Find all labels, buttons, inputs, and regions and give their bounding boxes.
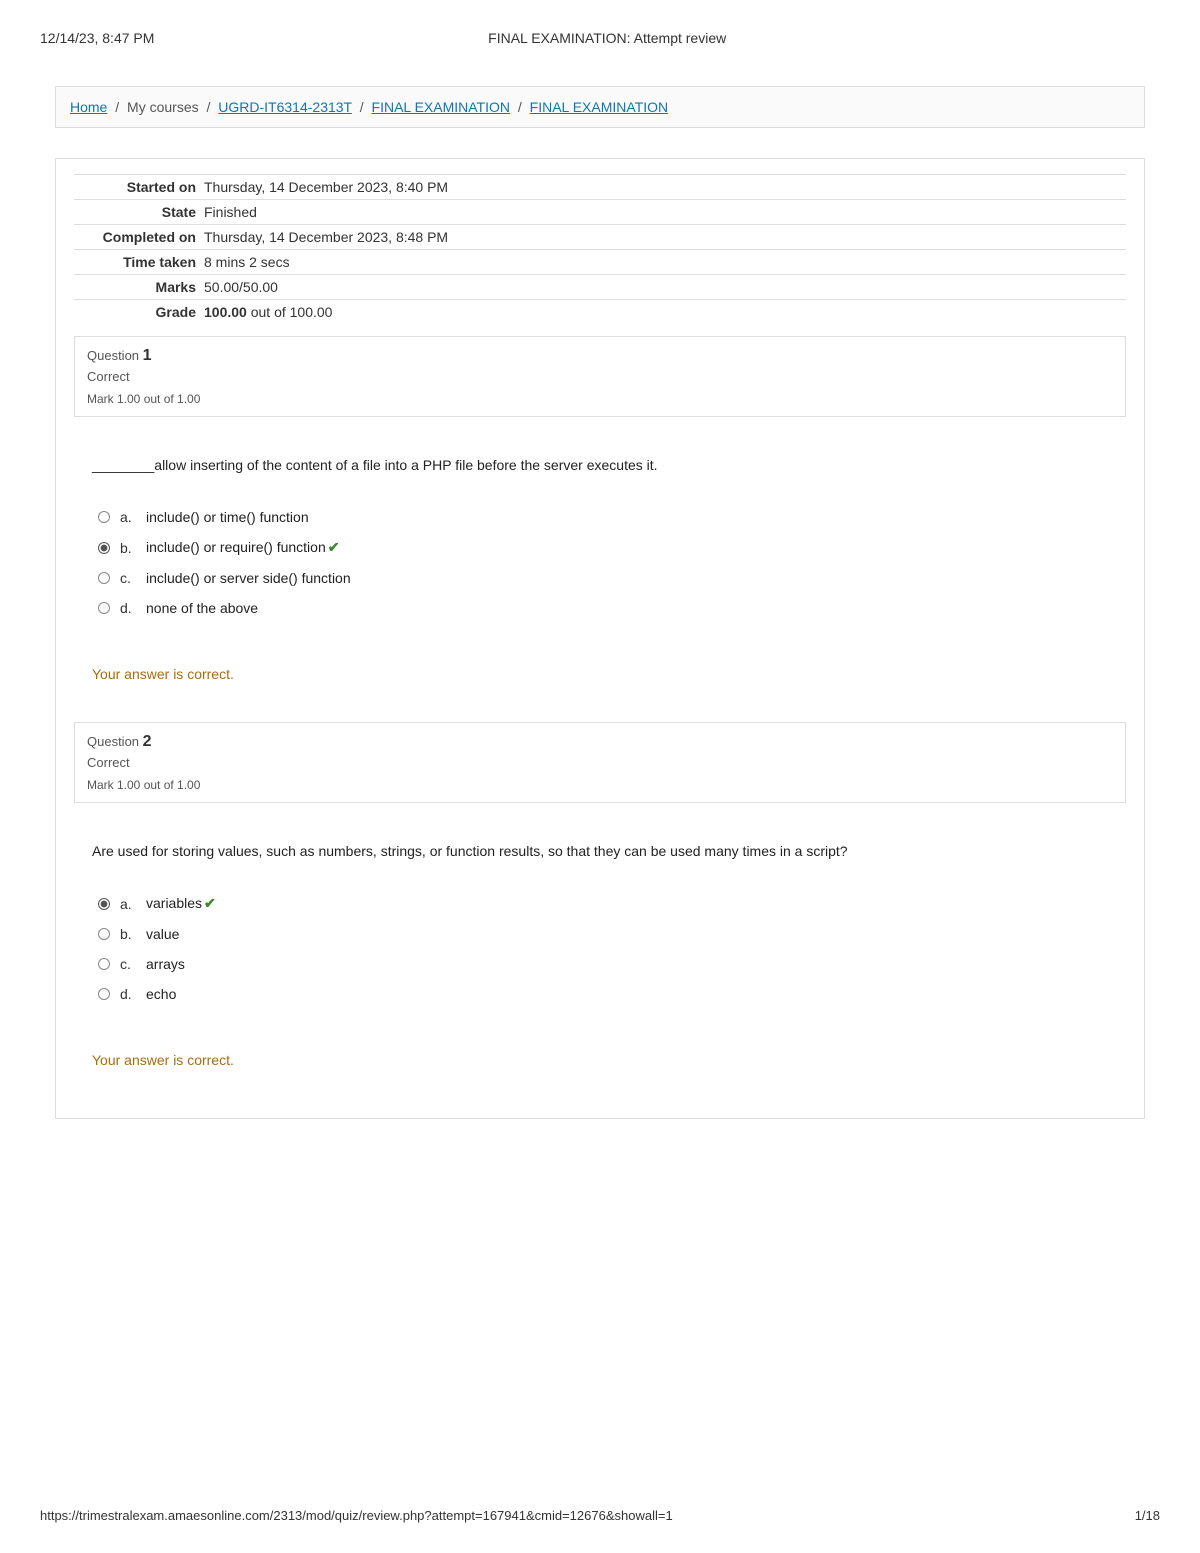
summary-label: State	[74, 200, 204, 225]
option: c. include() or server side() function	[98, 570, 1108, 586]
question-header: Question 1 Correct Mark 1.00 out of 1.00	[74, 336, 1126, 417]
breadcrumb-sep: /	[207, 99, 211, 115]
question-state: Correct	[87, 369, 1113, 384]
summary-label: Grade	[74, 300, 204, 325]
check-icon: ✔	[204, 895, 216, 911]
summary-value: 8 mins 2 secs	[204, 250, 1126, 275]
option: b. value	[98, 926, 1108, 942]
option-letter: c.	[120, 956, 136, 972]
question-mark: Mark 1.00 out of 1.00	[87, 778, 1113, 792]
summary-label: Time taken	[74, 250, 204, 275]
breadcrumb-home[interactable]: Home	[70, 99, 107, 115]
footer-url: https://trimestralexam.amaesonline.com/2…	[40, 1508, 673, 1523]
print-timestamp: 12/14/23, 8:47 PM	[40, 30, 154, 46]
check-icon: ✔	[328, 539, 340, 555]
option-letter: c.	[120, 570, 136, 586]
option: a. variables✔	[98, 895, 1108, 912]
option-text: value	[146, 926, 179, 942]
radio-icon[interactable]	[98, 958, 110, 970]
question-header: Question 2 Correct Mark 1.00 out of 1.00	[74, 722, 1126, 803]
question-text: ________allow inserting of the content o…	[92, 457, 1108, 473]
option-text: none of the above	[146, 600, 258, 616]
breadcrumb-sep: /	[115, 99, 119, 115]
option-text: echo	[146, 986, 176, 1002]
summary-value: Thursday, 14 December 2023, 8:48 PM	[204, 225, 1126, 250]
summary-value: Finished	[204, 200, 1126, 225]
breadcrumb-section[interactable]: FINAL EXAMINATION	[372, 99, 510, 115]
option-text: variables	[146, 895, 202, 911]
summary-row: Grade 100.00 out of 100.00	[74, 300, 1126, 325]
breadcrumb-course[interactable]: UGRD-IT6314-2313T	[218, 99, 352, 115]
summary-value: Thursday, 14 December 2023, 8:40 PM	[204, 175, 1126, 200]
question-number: 2	[143, 733, 152, 750]
option-letter: a.	[120, 896, 136, 912]
summary-row: Marks 50.00/50.00	[74, 275, 1126, 300]
radio-icon[interactable]	[98, 511, 110, 523]
question-content: Are used for storing values, such as num…	[74, 803, 1126, 1078]
summary-label: Completed on	[74, 225, 204, 250]
option-letter: d.	[120, 600, 136, 616]
question-content: ________allow inserting of the content o…	[74, 417, 1126, 692]
option-text: include() or server side() function	[146, 570, 351, 586]
summary-label: Marks	[74, 275, 204, 300]
question-mark: Mark 1.00 out of 1.00	[87, 392, 1113, 406]
grade-suffix: out of 100.00	[247, 304, 333, 320]
radio-icon[interactable]	[98, 898, 110, 910]
option-letter: b.	[120, 540, 136, 556]
main-panel: Started on Thursday, 14 December 2023, 8…	[55, 158, 1145, 1119]
summary-row: Time taken 8 mins 2 secs	[74, 250, 1126, 275]
summary-row: Started on Thursday, 14 December 2023, 8…	[74, 175, 1126, 200]
option: c. arrays	[98, 956, 1108, 972]
print-title: FINAL EXAMINATION: Attempt review	[488, 30, 726, 46]
radio-icon[interactable]	[98, 988, 110, 1000]
question-text: Are used for storing values, such as num…	[92, 843, 1108, 859]
radio-icon[interactable]	[98, 602, 110, 614]
radio-icon[interactable]	[98, 928, 110, 940]
option: d. echo	[98, 986, 1108, 1002]
option: b. include() or require() function✔	[98, 539, 1108, 556]
summary-value: 50.00/50.00	[204, 275, 1126, 300]
footer-page: 1/18	[1135, 1508, 1160, 1523]
breadcrumb-sep: /	[518, 99, 522, 115]
feedback-text: Your answer is correct.	[92, 666, 1108, 682]
option: a. include() or time() function	[98, 509, 1108, 525]
option-text: arrays	[146, 956, 185, 972]
option-text: include() or time() function	[146, 509, 309, 525]
question-number: 1	[143, 347, 152, 364]
breadcrumb: Home / My courses / UGRD-IT6314-2313T / …	[55, 86, 1145, 128]
radio-icon[interactable]	[98, 572, 110, 584]
option-text: include() or require() function	[146, 539, 326, 555]
grade-value: 100.00	[204, 304, 247, 320]
breadcrumb-sep: /	[360, 99, 364, 115]
option-letter: d.	[120, 986, 136, 1002]
option-letter: b.	[120, 926, 136, 942]
question-label: Question	[87, 734, 143, 749]
feedback-text: Your answer is correct.	[92, 1052, 1108, 1068]
breadcrumb-activity[interactable]: FINAL EXAMINATION	[530, 99, 668, 115]
summary-label: Started on	[74, 175, 204, 200]
question-state: Correct	[87, 755, 1113, 770]
options-list: a. include() or time() function b. inclu…	[98, 509, 1108, 616]
summary-row: State Finished	[74, 200, 1126, 225]
radio-icon[interactable]	[98, 542, 110, 554]
options-list: a. variables✔ b. value c. arrays d. echo	[98, 895, 1108, 1002]
option: d. none of the above	[98, 600, 1108, 616]
question-label: Question	[87, 348, 143, 363]
breadcrumb-mycourses: My courses	[127, 99, 199, 115]
summary-table: Started on Thursday, 14 December 2023, 8…	[74, 174, 1126, 324]
summary-row: Completed on Thursday, 14 December 2023,…	[74, 225, 1126, 250]
option-letter: a.	[120, 509, 136, 525]
summary-value: 100.00 out of 100.00	[204, 300, 1126, 325]
